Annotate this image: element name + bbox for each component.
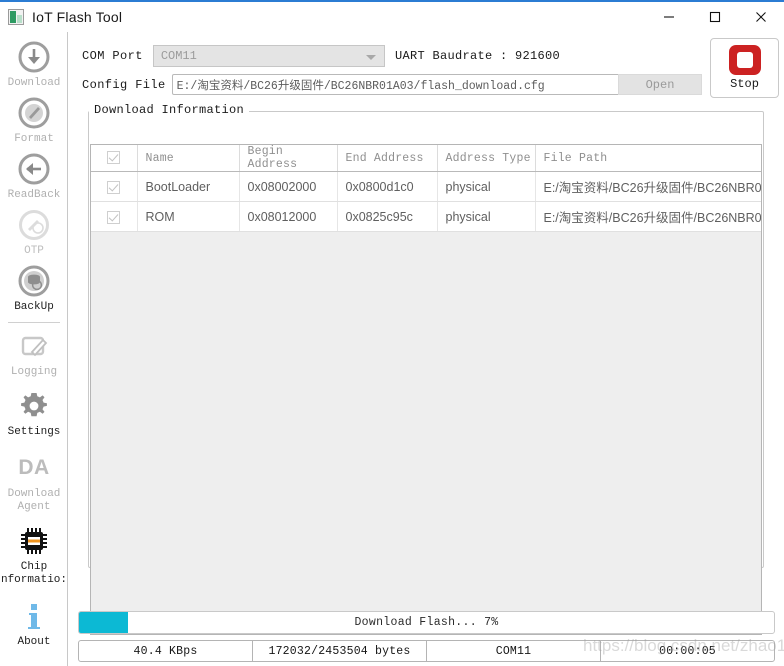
- row-checkbox-cell[interactable]: [91, 171, 138, 202]
- open-button[interactable]: Open: [618, 74, 702, 95]
- com-port-select[interactable]: COM11: [152, 45, 385, 67]
- com-port-row: COM Port COM11: [82, 45, 385, 67]
- cell-address-type: physical: [437, 201, 536, 232]
- config-file-row: Config File E:/淘宝资料/BC26升级固件/BC26NBR01A0…: [82, 74, 642, 95]
- sidebar-item-label-download-agent-2: Agent: [17, 501, 51, 513]
- stop-button[interactable]: Stop: [710, 38, 779, 98]
- sidebar: Download Format ReadBack OTP BackUp Logg…: [0, 32, 68, 666]
- cell-begin-address: 0x08012000: [239, 201, 338, 232]
- sidebar-item-settings[interactable]: Settings: [0, 379, 68, 439]
- main-panel: COM Port COM11 UART Baudrate : 921600 Co…: [69, 32, 784, 666]
- cell-name: ROM: [137, 201, 240, 232]
- otp-circle-icon: [17, 208, 51, 242]
- sidebar-item-readback[interactable]: ReadBack: [0, 146, 68, 202]
- sidebar-item-label-backup: BackUp: [14, 301, 54, 313]
- table-row[interactable]: BootLoader 0x08002000 0x0800d1c0 physica…: [91, 171, 761, 202]
- download-information-title: Download Information: [89, 103, 250, 117]
- sidebar-item-otp[interactable]: OTP: [0, 202, 68, 258]
- select-all-checkbox[interactable]: [107, 151, 121, 165]
- config-file-label: Config File: [82, 77, 166, 92]
- readback-circle-icon: [17, 152, 51, 186]
- cell-file-path: E:/淘宝资料/BC26升级固件/BC26NBR0...: [535, 171, 761, 202]
- column-header-begin-address[interactable]: Begin Address: [239, 145, 338, 172]
- stop-button-label: Stop: [730, 77, 759, 91]
- column-header-address-type[interactable]: Address Type: [437, 145, 536, 172]
- download-circle-icon: [17, 40, 51, 74]
- logging-pencil-icon: [17, 329, 51, 363]
- close-icon[interactable]: [738, 2, 784, 32]
- chip-icon: [17, 524, 51, 558]
- sidebar-item-download[interactable]: Download: [0, 32, 68, 90]
- sidebar-item-backup[interactable]: BackUp: [0, 258, 68, 314]
- download-information-table[interactable]: Name Begin Address End Address Address T…: [90, 144, 762, 635]
- sidebar-item-logging[interactable]: Logging: [0, 323, 68, 379]
- row-checkbox[interactable]: [107, 210, 121, 224]
- uart-baudrate-label: UART Baudrate : 921600: [395, 49, 561, 63]
- table-header-row: Name Begin Address End Address Address T…: [91, 145, 761, 172]
- sidebar-item-label-settings: Settings: [7, 426, 61, 438]
- config-file-value: E:/淘宝资料/BC26升级固件/BC26NBR01A03/flash_down…: [176, 79, 545, 93]
- cell-file-path: E:/淘宝资料/BC26升级固件/BC26NBR0...: [535, 201, 761, 232]
- chevron-down-icon: [365, 55, 376, 60]
- title-bar: IoT Flash Tool: [0, 2, 784, 32]
- gear-icon: [17, 389, 51, 423]
- sidebar-item-label-download: Download: [7, 77, 61, 89]
- sidebar-item-chip-information[interactable]: Chip nformatio:: [0, 514, 68, 587]
- cell-begin-address: 0x08002000: [239, 171, 338, 202]
- window-controls: [646, 2, 784, 32]
- sidebar-item-label-format: Format: [14, 133, 54, 145]
- info-icon: [17, 599, 51, 633]
- status-elapsed: 00:00:05: [659, 644, 716, 658]
- cell-end-address: 0x0800d1c0: [337, 171, 438, 202]
- cell-end-address: 0x0825c95c: [337, 201, 438, 232]
- da-text-icon: DA: [18, 456, 50, 479]
- status-port: COM11: [427, 641, 601, 661]
- column-header-select[interactable]: [91, 145, 138, 172]
- sidebar-item-label-download-agent-1: Download: [7, 488, 61, 500]
- column-header-name[interactable]: Name: [137, 145, 240, 172]
- stop-square-icon: [728, 45, 761, 75]
- sidebar-item-format[interactable]: Format: [0, 90, 68, 146]
- sidebar-item-label-chip-1: Chip: [20, 561, 48, 573]
- application-window: IoT Flash Tool Download Format ReadBack …: [0, 0, 784, 666]
- progress-bar-label: Download Flash... 7%: [354, 616, 499, 629]
- sidebar-item-label-otp: OTP: [24, 245, 44, 257]
- sidebar-item-about[interactable]: About: [0, 587, 68, 649]
- column-header-file-path[interactable]: File Path: [535, 145, 761, 172]
- cell-name: BootLoader: [137, 171, 240, 202]
- sidebar-item-label-logging: Logging: [10, 366, 58, 378]
- status-speed: 40.4 KBps: [79, 641, 253, 661]
- app-logo-icon: [8, 9, 24, 25]
- backup-circle-icon: [17, 264, 51, 298]
- row-checkbox-cell[interactable]: [91, 201, 138, 232]
- window-title: IoT Flash Tool: [32, 9, 123, 25]
- com-port-value: COM11: [160, 49, 197, 63]
- sidebar-item-label-about: About: [17, 636, 51, 648]
- status-bytes: 172032/2453504 bytes: [253, 641, 427, 661]
- status-bar: 40.4 KBps 172032/2453504 bytes COM11 00:…: [78, 640, 775, 662]
- row-checkbox[interactable]: [107, 180, 121, 194]
- table-row[interactable]: ROM 0x08012000 0x0825c95c physical E:/淘宝…: [91, 201, 761, 232]
- config-file-input[interactable]: E:/淘宝资料/BC26升级固件/BC26NBR01A03/flash_down…: [171, 74, 642, 95]
- cell-address-type: physical: [437, 171, 536, 202]
- format-circle-icon: [17, 96, 51, 130]
- sidebar-item-label-chip-2: nformatio:: [0, 574, 67, 586]
- sidebar-item-download-agent[interactable]: DA Download Agent: [0, 439, 68, 514]
- sidebar-item-label-readback: ReadBack: [7, 189, 61, 201]
- minimize-icon[interactable]: [646, 2, 692, 32]
- maximize-icon[interactable]: [692, 2, 738, 32]
- com-port-label: COM Port: [82, 49, 143, 63]
- progress-bar: Download Flash... 7%: [78, 611, 775, 634]
- column-header-end-address[interactable]: End Address: [337, 145, 438, 172]
